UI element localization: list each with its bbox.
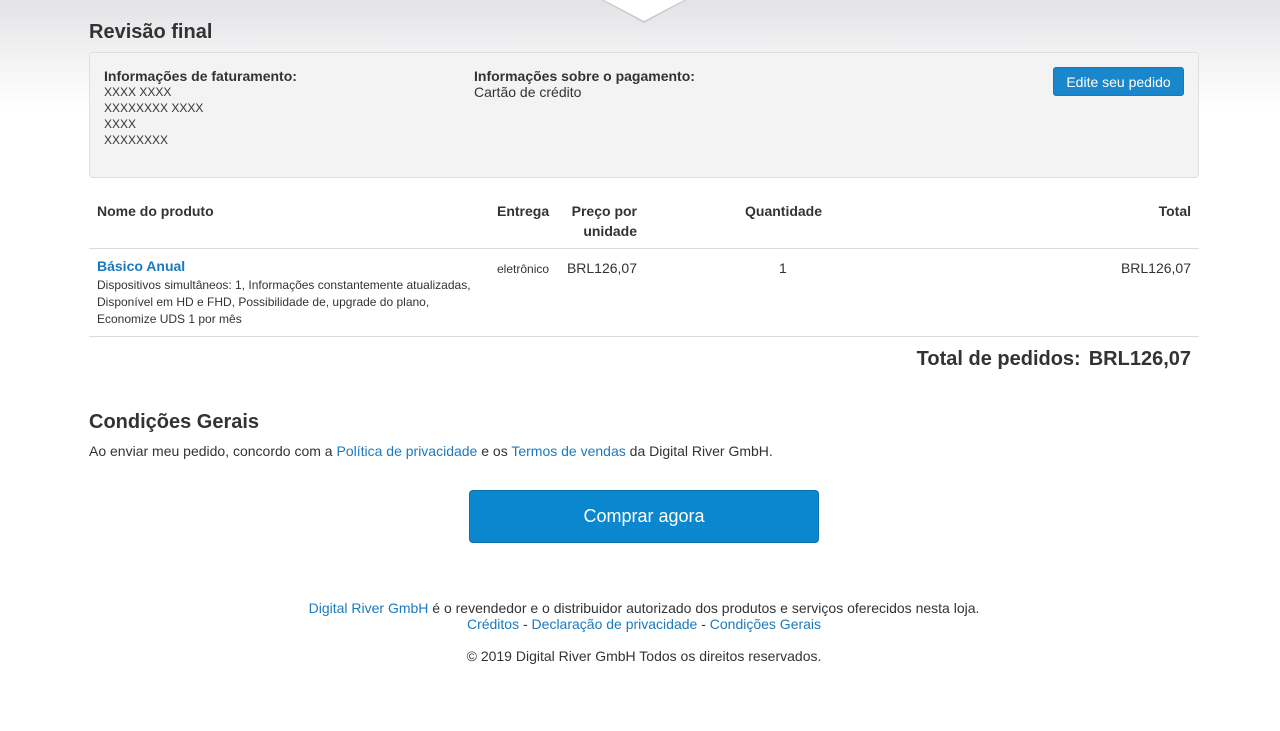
header-notch-inner [602, 0, 686, 21]
footer-separator: - [519, 616, 532, 632]
product-description: Dispositivos simultâneos: 1, Informações… [97, 278, 471, 326]
conditions-text-after: da Digital River GmbH. [625, 443, 773, 459]
credits-link[interactable]: Créditos [467, 616, 519, 632]
privacy-statement-link[interactable]: Declaração de privacidade [532, 616, 698, 632]
billing-info: Informações de faturamento: XXXX XXXX XX… [104, 68, 297, 148]
order-total: Total de pedidos: BRL126,07 [909, 348, 1191, 371]
table-divider [89, 248, 1199, 249]
review-summary-box: Informações de faturamento: XXXX XXXX XX… [89, 52, 1199, 178]
footer-reseller-line: Digital River GmbH é o revendedor e o di… [89, 600, 1199, 616]
payment-info: Informações sobre o pagamento: Cartão de… [474, 68, 695, 100]
product-total: BRL126,07 [1120, 260, 1191, 276]
conditions-text: Ao enviar meu pedido, concordo com a Pol… [89, 443, 773, 459]
edit-order-button[interactable]: Edite seu pedido [1053, 67, 1184, 96]
conditions-text-before: Ao enviar meu pedido, concordo com a [89, 443, 337, 459]
product-name-link[interactable]: Básico Anual [97, 258, 185, 274]
billing-heading: Informações de faturamento: [104, 68, 297, 84]
footer-links: Créditos - Declaração de privacidade - C… [89, 616, 1199, 632]
header-total: Total [1158, 203, 1191, 219]
buy-now-button[interactable]: Comprar agora [469, 490, 819, 543]
product-quantity: 1 [779, 260, 787, 276]
terms-of-sale-link[interactable]: Termos de vendas [511, 443, 625, 459]
header-unit-price-line1: Preço por [571, 203, 637, 219]
header-product: Nome do produto [97, 203, 214, 219]
header-quantity: Quantidade [745, 203, 823, 219]
billing-line: XXXXXXXX XXXX [104, 101, 204, 115]
header-delivery: Entrega [497, 203, 550, 219]
order-total-value: BRL126,07 [1088, 348, 1191, 370]
product-unit-price: BRL126,07 [566, 260, 637, 276]
conditions-heading: Condições Gerais [89, 411, 260, 433]
order-total-label: Total de pedidos: [916, 348, 1081, 370]
general-conditions-link[interactable]: Condições Gerais [710, 616, 821, 632]
header-unit-price: Preço por unidade [559, 201, 637, 241]
company-link[interactable]: Digital River GmbH [309, 600, 429, 616]
product-delivery: eletrônico [497, 262, 550, 276]
billing-line: XXXX [104, 117, 137, 131]
header-unit-price-line2: unidade [583, 223, 637, 239]
conditions-text-middle: e os [477, 443, 512, 459]
payment-heading: Informações sobre o pagamento: [474, 68, 695, 84]
page-title: Revisão final [89, 21, 213, 43]
billing-line: XXXXXXXX [104, 133, 169, 147]
privacy-policy-link[interactable]: Política de privacidade [336, 443, 477, 459]
payment-method: Cartão de crédito [474, 84, 582, 100]
billing-line: XXXX XXXX [104, 85, 172, 99]
copyright: © 2019 Digital River GmbH Todos os direi… [466, 648, 822, 664]
table-divider [89, 336, 1199, 337]
reseller-text: é o revendedor e o distribuidor autoriza… [428, 600, 980, 616]
footer-separator: - [697, 616, 710, 632]
footer: Digital River GmbH é o revendedor e o di… [89, 600, 1199, 664]
